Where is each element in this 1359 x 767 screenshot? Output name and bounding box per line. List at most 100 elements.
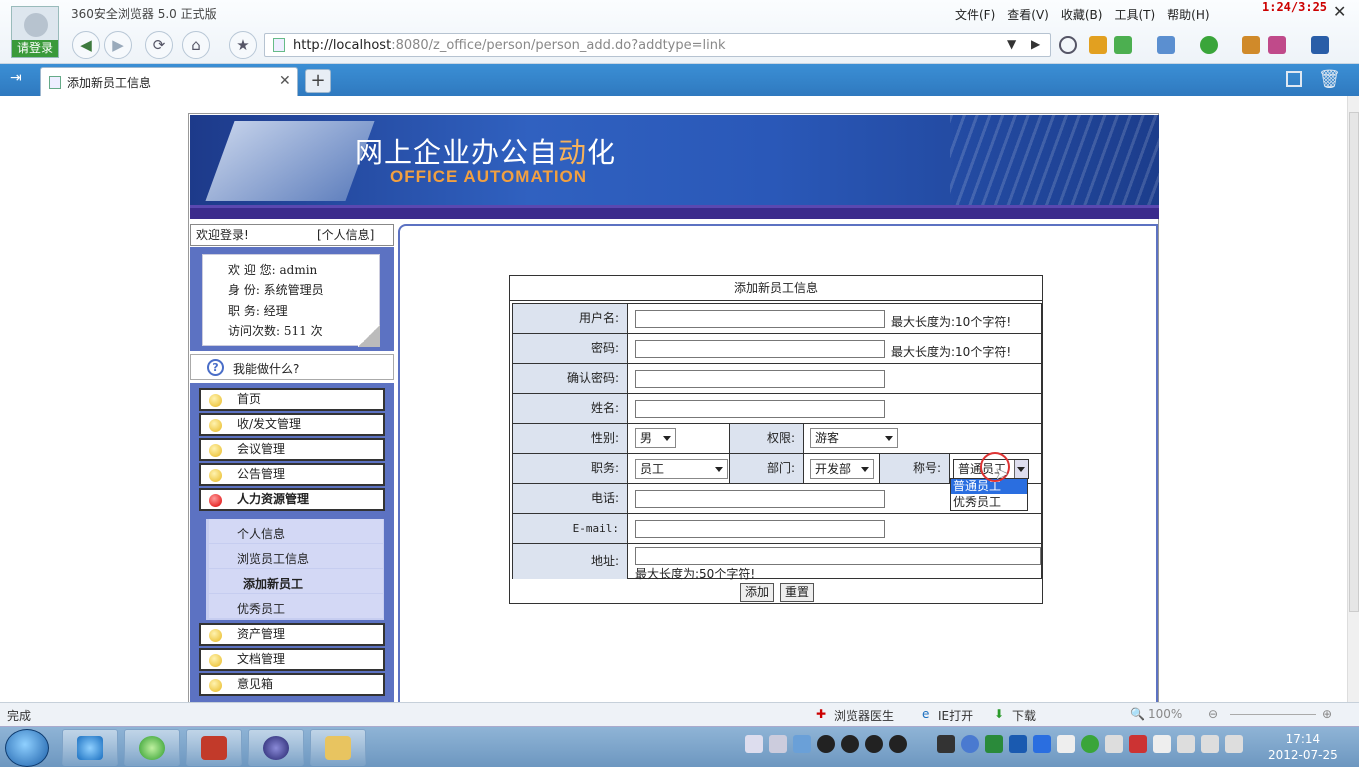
video-icon[interactable] bbox=[1311, 36, 1329, 54]
tray-app-icon[interactable] bbox=[1009, 735, 1027, 753]
tray-qq-icon[interactable] bbox=[817, 735, 835, 753]
menu-view[interactable]: 查看(V) bbox=[1007, 6, 1049, 23]
reset-button[interactable]: 重置 bbox=[780, 583, 814, 602]
game-icon[interactable] bbox=[1200, 36, 1218, 54]
tray-app-icon[interactable] bbox=[961, 735, 979, 753]
tray-app-icon[interactable] bbox=[1177, 735, 1195, 753]
address-dropdown-icon[interactable]: ▼ bbox=[1007, 37, 1016, 51]
phone-input[interactable] bbox=[635, 490, 885, 508]
tray-app-icon[interactable] bbox=[985, 735, 1003, 753]
menu-help[interactable]: 帮助(H) bbox=[1167, 6, 1209, 23]
submenu-excellent-employees[interactable]: 优秀员工 bbox=[209, 594, 383, 618]
menu-item-announcements[interactable]: 公告管理 bbox=[199, 463, 385, 486]
username-input[interactable] bbox=[635, 310, 885, 328]
email-input[interactable] bbox=[635, 520, 885, 538]
zoom-in-icon[interactable]: ⊕ bbox=[1322, 707, 1332, 721]
extension-icon[interactable] bbox=[1089, 36, 1107, 54]
screenshot-icon[interactable] bbox=[1157, 36, 1175, 54]
scrollbar-thumb[interactable] bbox=[1349, 112, 1359, 612]
post-select[interactable]: 员工 bbox=[635, 459, 728, 479]
tray-app-icon[interactable] bbox=[937, 735, 955, 753]
back-icon[interactable]: ◀ bbox=[72, 31, 100, 59]
download-button[interactable]: 下载 bbox=[1012, 707, 1036, 724]
help-link[interactable]: ? 我能做什么? bbox=[190, 354, 394, 380]
taskbar-clock[interactable]: 17:14 2012-07-25 bbox=[1268, 731, 1338, 763]
menu-item-archives[interactable]: 文档管理 bbox=[199, 648, 385, 671]
menu-item-documents-flow[interactable]: 收/发文管理 bbox=[199, 413, 385, 436]
refresh-icon[interactable]: ⟳ bbox=[145, 31, 173, 59]
go-icon[interactable]: ▶ bbox=[1031, 37, 1040, 51]
address-bar[interactable]: http://localhost:8080/z_office/person/pe… bbox=[264, 33, 1051, 57]
zoom-slider[interactable] bbox=[1230, 714, 1316, 715]
taskbar-toolbox[interactable] bbox=[186, 729, 242, 766]
gender-select[interactable]: 男 bbox=[635, 428, 676, 448]
menu-tools[interactable]: 工具(T) bbox=[1114, 6, 1155, 23]
submenu-add-employee[interactable]: 添加新员工 bbox=[209, 569, 383, 593]
translate-icon[interactable] bbox=[1114, 36, 1132, 54]
apps-icon[interactable] bbox=[1268, 36, 1286, 54]
ie-open-button[interactable]: IE打开 bbox=[938, 707, 973, 724]
confirm-password-input[interactable] bbox=[635, 370, 885, 388]
address-url[interactable]: http://localhost:8080/z_office/person/pe… bbox=[293, 38, 726, 53]
bullet-icon bbox=[209, 444, 222, 457]
submenu-browse-employees[interactable]: 浏览员工信息 bbox=[209, 544, 383, 568]
tray-qq-icon[interactable] bbox=[865, 735, 883, 753]
address-input[interactable] bbox=[635, 547, 1041, 565]
user-avatar[interactable]: 请登录 bbox=[11, 6, 59, 58]
vertical-scrollbar[interactable] bbox=[1347, 96, 1359, 702]
close-tab-icon[interactable]: ✕ bbox=[279, 73, 291, 89]
submenu-personal-info[interactable]: 个人信息 bbox=[209, 519, 383, 543]
tab-add-employee[interactable]: 添加新员工信息 ✕ bbox=[40, 67, 298, 96]
tray-shield-icon[interactable] bbox=[1033, 735, 1051, 753]
tray-app-icon[interactable] bbox=[1105, 735, 1123, 753]
forward-icon[interactable]: ▶ bbox=[104, 31, 132, 59]
close-window-icon[interactable]: ✕ bbox=[1333, 2, 1346, 21]
tools-icon[interactable] bbox=[1242, 36, 1260, 54]
sidebar-toggle-icon[interactable]: ⇥ bbox=[10, 70, 22, 86]
menu-item-home[interactable]: 首页 bbox=[199, 388, 385, 411]
rank-option-normal[interactable]: 普通员工 bbox=[951, 479, 1027, 494]
taskbar-eclipse[interactable] bbox=[248, 729, 304, 766]
menu-file[interactable]: 文件(F) bbox=[955, 6, 995, 23]
shield-icon[interactable] bbox=[1059, 36, 1077, 54]
menu-item-feedback[interactable]: 意见箱 bbox=[199, 673, 385, 696]
tray-flag-icon[interactable] bbox=[1153, 735, 1171, 753]
restore-tabs-icon[interactable] bbox=[1286, 71, 1302, 87]
tray-network-icon[interactable] bbox=[1201, 735, 1219, 753]
tray-app-icon[interactable] bbox=[769, 735, 787, 753]
name-input[interactable] bbox=[635, 400, 885, 418]
tray-volume-icon[interactable] bbox=[1225, 735, 1243, 753]
home-icon[interactable]: ⌂ bbox=[182, 31, 210, 59]
tray-qq-icon[interactable] bbox=[889, 735, 907, 753]
new-tab-button[interactable]: + bbox=[305, 69, 331, 93]
tray-qq-icon[interactable] bbox=[841, 735, 859, 753]
personal-info-link[interactable]: [个人信息] bbox=[317, 225, 374, 245]
menu-item-assets[interactable]: 资产管理 bbox=[199, 623, 385, 646]
menu-item-meetings[interactable]: 会议管理 bbox=[199, 438, 385, 461]
browser-doctor-button[interactable]: 浏览器医生 bbox=[834, 707, 894, 724]
zoom-level[interactable]: 100% bbox=[1148, 707, 1182, 721]
taskbar-explorer[interactable] bbox=[310, 729, 366, 766]
tray-keyboard-icon[interactable] bbox=[745, 735, 763, 753]
favorite-star-icon[interactable]: ★ bbox=[229, 31, 257, 59]
row-email: E-mail: bbox=[513, 514, 1041, 544]
rank-option-excellent[interactable]: 优秀员工 bbox=[951, 495, 1027, 510]
taskbar-360-browser[interactable] bbox=[124, 729, 180, 766]
password-input[interactable] bbox=[635, 340, 885, 358]
zoom-out-icon[interactable]: ⊖ bbox=[1208, 707, 1218, 721]
taskbar-ie[interactable] bbox=[62, 729, 118, 766]
dept-select[interactable]: 开发部 bbox=[810, 459, 874, 479]
rank-dropdown-button[interactable] bbox=[1014, 460, 1028, 478]
menu-item-hr[interactable]: 人力资源管理 bbox=[199, 488, 385, 511]
tray-app-icon[interactable] bbox=[1057, 735, 1075, 753]
menu-favorites[interactable]: 收藏(B) bbox=[1061, 6, 1103, 23]
tray-app-icon[interactable] bbox=[1129, 735, 1147, 753]
tray-app-icon[interactable] bbox=[793, 735, 811, 753]
start-button[interactable] bbox=[5, 729, 49, 767]
permission-select[interactable]: 游客 bbox=[810, 428, 898, 448]
tray-app-icon[interactable] bbox=[1081, 735, 1099, 753]
bullet-icon bbox=[209, 469, 222, 482]
trash-icon[interactable]: 🗑 bbox=[1318, 69, 1341, 90]
login-button[interactable]: 请登录 bbox=[12, 40, 58, 57]
submit-button[interactable]: 添加 bbox=[740, 583, 774, 602]
